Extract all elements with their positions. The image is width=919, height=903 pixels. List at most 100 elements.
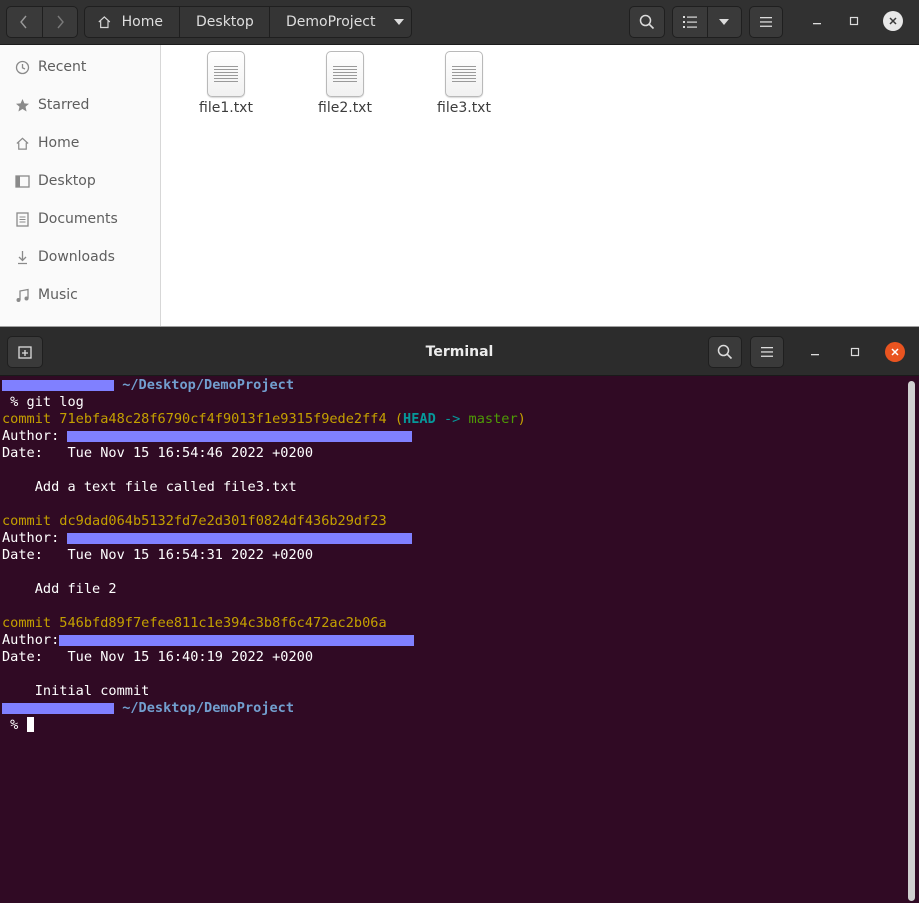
file-name: file1.txt xyxy=(199,100,253,116)
ref-open: ( xyxy=(394,411,404,427)
commit-date: Tue Nov 15 16:54:31 2022 +0200 xyxy=(67,547,314,563)
download-icon xyxy=(14,249,30,265)
commit-message: Add a text file called file3.txt xyxy=(34,479,297,495)
sidebar-item-desktop[interactable]: Desktop xyxy=(0,162,161,200)
home-icon xyxy=(98,16,111,29)
sidebar-item-label: Downloads xyxy=(38,249,115,265)
file-item[interactable]: file3.txt xyxy=(412,51,516,116)
commit-label: commit xyxy=(2,615,52,631)
back-button[interactable] xyxy=(7,7,42,37)
close-icon xyxy=(885,342,905,362)
path-bar: Home Desktop DemoProject xyxy=(84,6,412,38)
sidebar-item-documents[interactable]: Documents xyxy=(0,200,161,238)
sidebar-item-label: Music xyxy=(38,287,78,303)
file-grid: file1.txt file2.txt file3.txt xyxy=(162,45,919,326)
message-line: Initial commit xyxy=(2,683,150,700)
date-line: Date: Tue Nov 15 16:54:46 2022 +0200 xyxy=(2,445,313,462)
sidebar-item-starred[interactable]: Starred xyxy=(0,86,161,124)
terminal-menu-button[interactable] xyxy=(750,336,784,368)
hamburger-menu-icon xyxy=(761,347,773,357)
sidebar-item-music[interactable]: Music xyxy=(0,276,161,314)
path-crumb-current-label: DemoProject xyxy=(286,14,376,30)
files-maximize-button[interactable] xyxy=(842,9,866,33)
prompt-line: ~/Desktop/DemoProject xyxy=(2,700,294,717)
new-tab-icon xyxy=(18,346,32,359)
view-options-button[interactable] xyxy=(706,7,741,37)
file-item[interactable]: file2.txt xyxy=(293,51,397,116)
sidebar-item-label: Desktop xyxy=(38,173,96,189)
new-tab-button[interactable] xyxy=(7,336,43,368)
author-label: Author: xyxy=(2,632,60,648)
command-text: % git log xyxy=(2,394,84,410)
chevron-left-icon xyxy=(20,15,28,29)
commit-hash: 71ebfa48c28f6790cf4f9013f1e9315f9ede2ff4 xyxy=(59,411,387,427)
commit-date: Tue Nov 15 16:54:46 2022 +0200 xyxy=(67,445,314,461)
sidebar-item-home[interactable]: Home xyxy=(0,124,161,162)
prompt-path: ~/Desktop/DemoProject xyxy=(122,700,295,716)
desktop-icon xyxy=(14,173,30,189)
list-view-icon xyxy=(682,16,697,28)
path-crumb-home[interactable]: Home xyxy=(85,7,180,37)
commit-hash: dc9dad064b5132fd7e2d301f0824df436b29df23 xyxy=(59,513,387,529)
files-minimize-button[interactable] xyxy=(805,9,829,33)
recent-icon xyxy=(14,59,30,75)
commit-line: commit 71ebfa48c28f6790cf4f9013f1e9315f9… xyxy=(2,411,526,428)
author-label: Author: xyxy=(2,428,60,444)
music-icon xyxy=(14,287,30,303)
file-name: file3.txt xyxy=(437,100,491,116)
files-close-button[interactable] xyxy=(881,9,905,33)
author-line: Author: xyxy=(2,530,413,547)
sidebar-item-label: Starred xyxy=(38,97,90,113)
sidebar-item-recent[interactable]: Recent xyxy=(0,48,161,86)
commit-line: commit dc9dad064b5132fd7e2d301f0824df436… xyxy=(2,513,387,530)
close-icon xyxy=(883,11,903,31)
sidebar-item-downloads[interactable]: Downloads xyxy=(0,238,161,276)
terminal-search-button[interactable] xyxy=(708,336,742,368)
author-line: Author: xyxy=(2,428,413,445)
head-ref: HEAD xyxy=(403,411,436,427)
terminal-minimize-button[interactable] xyxy=(803,340,827,364)
terminal-window: Terminal ~/Desktop/DemoProject % git log… xyxy=(0,326,919,903)
terminal-close-button[interactable] xyxy=(883,340,907,364)
home-icon xyxy=(14,135,30,151)
maximize-icon xyxy=(850,347,860,357)
minimize-icon xyxy=(813,23,821,25)
redacted-user-host xyxy=(2,702,114,714)
prompt-line: ~/Desktop/DemoProject xyxy=(2,377,294,394)
terminal-maximize-button[interactable] xyxy=(843,340,867,364)
sidebar-item-label: Documents xyxy=(38,211,118,227)
text-file-icon xyxy=(445,51,483,97)
text-file-icon xyxy=(326,51,364,97)
path-crumb-desktop[interactable]: Desktop xyxy=(180,7,270,37)
path-crumb-current[interactable]: DemoProject xyxy=(270,7,410,37)
terminal-scrollbar[interactable] xyxy=(908,381,915,901)
date-line: Date: Tue Nov 15 16:40:19 2022 +0200 xyxy=(2,649,313,666)
message-line: Add file 2 xyxy=(2,581,117,598)
files-header-bar: Home Desktop DemoProject xyxy=(0,0,919,45)
branch-ref: master xyxy=(468,411,518,427)
commit-date: Tue Nov 15 16:40:19 2022 +0200 xyxy=(67,649,314,665)
input-line[interactable]: % xyxy=(2,717,34,734)
prompt-path: ~/Desktop/DemoProject xyxy=(122,377,295,393)
author-label: Author: xyxy=(2,530,60,546)
commit-hash: 546bfd89f7efee811c1e394c3b8f6c472ac2b06a xyxy=(59,615,387,631)
sidebar-item-label: Home xyxy=(38,135,80,151)
date-label: Date: xyxy=(2,547,43,563)
file-item[interactable]: file1.txt xyxy=(174,51,278,116)
author-line: Author: xyxy=(2,632,415,649)
chevron-down-icon[interactable] xyxy=(393,19,404,25)
files-sidebar: Recent Starred Home Desktop Documents Do… xyxy=(0,45,161,326)
commit-message: Add file 2 xyxy=(34,581,117,597)
ref-arrow: -> xyxy=(435,411,469,427)
files-menu-button[interactable] xyxy=(749,6,783,38)
forward-button[interactable] xyxy=(41,7,77,37)
path-crumb-desktop-label: Desktop xyxy=(196,14,254,30)
search-icon xyxy=(717,344,733,360)
date-label: Date: xyxy=(2,445,43,461)
terminal-output[interactable]: ~/Desktop/DemoProject % git log commit 7… xyxy=(0,376,919,903)
terminal-header-bar: Terminal xyxy=(0,327,919,376)
file-name: file2.txt xyxy=(318,100,372,116)
list-view-button[interactable] xyxy=(673,7,707,37)
path-crumb-home-label: Home xyxy=(121,14,163,30)
search-button[interactable] xyxy=(629,6,665,38)
